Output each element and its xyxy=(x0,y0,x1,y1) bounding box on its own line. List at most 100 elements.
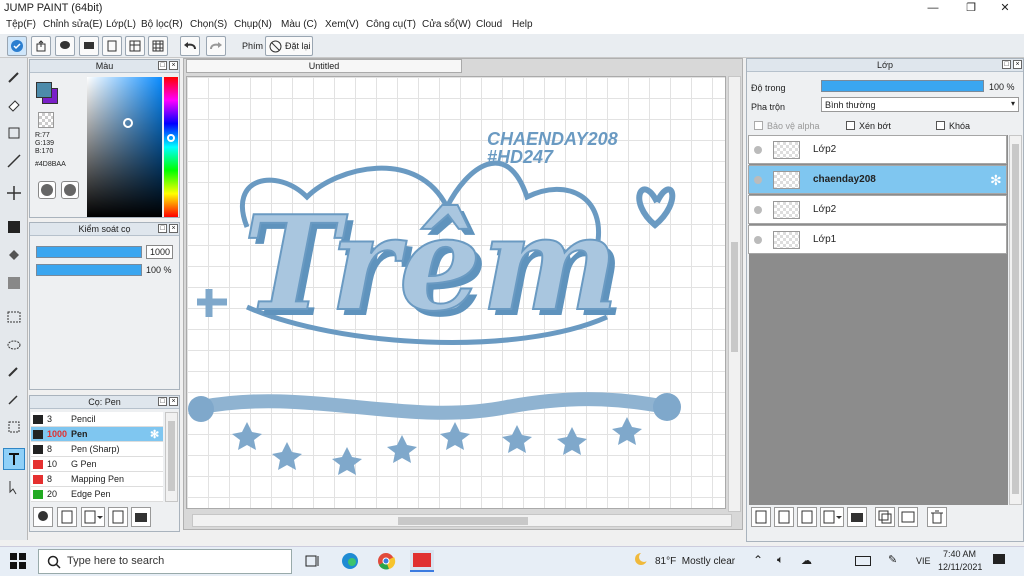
grid-icon[interactable] xyxy=(148,36,168,56)
menu-tools[interactable]: Công cụ(T) xyxy=(366,19,416,30)
brush-item[interactable]: 3 Pencil xyxy=(31,412,163,427)
close-icon[interactable]: × xyxy=(169,397,178,406)
page-icon[interactable] xyxy=(102,36,122,56)
brush-new-icon[interactable] xyxy=(57,507,77,527)
brush-size-input[interactable]: 1000 xyxy=(146,245,173,259)
move-tool-icon[interactable] xyxy=(3,182,25,204)
pen-workspace-icon[interactable]: ✎ xyxy=(888,553,897,566)
close-button[interactable]: ✕ xyxy=(982,0,1024,17)
layer-row[interactable]: Lớp2 xyxy=(748,135,1007,164)
float-icon[interactable]: □ xyxy=(158,397,167,406)
visibility-icon[interactable] xyxy=(754,236,762,244)
palette-settings-icon[interactable] xyxy=(61,181,79,199)
protect-alpha-checkbox[interactable] xyxy=(754,121,763,130)
new-tone-layer-icon[interactable] xyxy=(797,507,817,527)
lock-checkbox[interactable] xyxy=(936,121,945,130)
clock-time[interactable]: 7:40 AM xyxy=(943,549,976,559)
menu-help[interactable]: Help xyxy=(512,19,533,30)
line-tool-icon[interactable] xyxy=(3,150,25,172)
gear-icon[interactable]: ✻ xyxy=(150,428,159,441)
close-icon[interactable]: × xyxy=(1013,60,1022,69)
hue-slider[interactable] xyxy=(164,77,178,217)
float-icon[interactable]: □ xyxy=(158,224,167,233)
transparent-swatch[interactable] xyxy=(38,112,54,128)
float-icon[interactable]: □ xyxy=(1002,60,1011,69)
brush-copy-icon[interactable] xyxy=(108,507,128,527)
text-tool-icon[interactable] xyxy=(3,448,25,470)
layer-list-scrollbar[interactable] xyxy=(1009,135,1022,505)
brush-size-slider[interactable] xyxy=(36,246,142,258)
brush-list-scrollbar[interactable] xyxy=(165,412,178,502)
close-icon[interactable]: × xyxy=(169,224,178,233)
eraser-select-icon[interactable] xyxy=(3,416,25,438)
chrome-browser-icon[interactable] xyxy=(376,551,396,571)
brush-add-icon[interactable] xyxy=(33,507,53,527)
windows-start-icon[interactable] xyxy=(10,553,26,569)
edge-browser-icon[interactable] xyxy=(340,551,360,571)
new-layer-icon[interactable] xyxy=(751,507,771,527)
undo-icon[interactable] xyxy=(180,36,200,56)
redo-icon[interactable] xyxy=(206,36,226,56)
fill-rect-tool-icon[interactable] xyxy=(3,216,25,238)
check-icon[interactable] xyxy=(7,36,27,56)
layer-opacity-slider[interactable] xyxy=(821,80,984,92)
menu-capture[interactable]: Chụp(N) xyxy=(234,19,272,30)
clock-date[interactable]: 12/11/2021 xyxy=(938,562,982,572)
new-raster-layer-icon[interactable] xyxy=(774,507,794,527)
brush-item[interactable]: 20 Edge Pen xyxy=(31,487,163,502)
taskbar-search[interactable]: Type here to search xyxy=(38,549,292,574)
brush-item[interactable]: 8 Mapping Pen xyxy=(31,472,163,487)
lasso-icon[interactable] xyxy=(3,334,25,356)
select-rect-icon[interactable] xyxy=(3,306,25,328)
layer-row[interactable]: Lớp1 xyxy=(748,225,1007,254)
visibility-icon[interactable] xyxy=(754,206,762,214)
menu-color[interactable]: Màu (C) xyxy=(281,19,317,30)
export-icon[interactable] xyxy=(31,36,51,56)
menu-layer[interactable]: Lớp(L) xyxy=(106,19,136,30)
brush-item[interactable]: 1000 Pen ✻ xyxy=(31,427,163,442)
pages-icon[interactable] xyxy=(125,36,145,56)
folder-icon[interactable] xyxy=(847,507,867,527)
speech-bubble-icon[interactable] xyxy=(55,36,75,56)
cloud-icon[interactable]: ☁︎ xyxy=(801,554,812,567)
menu-view[interactable]: Xem(V) xyxy=(325,19,359,30)
layer-row[interactable]: chaenday208 ✻ xyxy=(748,165,1007,194)
saturation-value-picker[interactable] xyxy=(87,77,162,217)
brush-item[interactable]: 10 G Pen xyxy=(31,457,163,472)
duplicate-layer-icon[interactable] xyxy=(875,507,895,527)
eraser-tool-icon[interactable] xyxy=(3,94,25,116)
menu-file[interactable]: Tệp(F) xyxy=(6,19,36,30)
language-indicator[interactable]: VIE xyxy=(916,556,931,566)
brush-item[interactable]: 8 Pen (Sharp) xyxy=(31,442,163,457)
document-tab[interactable]: Untitled xyxy=(186,59,462,73)
pen-select-icon[interactable] xyxy=(3,388,25,410)
reset-button[interactable]: Đặt lại xyxy=(265,36,313,56)
layer-row[interactable]: Lớp2 xyxy=(748,195,1007,224)
task-view-icon[interactable] xyxy=(305,553,321,569)
magic-wand-icon[interactable] xyxy=(3,360,25,382)
bucket-tool-icon[interactable] xyxy=(3,244,25,266)
notification-icon[interactable] xyxy=(992,553,1006,567)
brush-opacity-slider[interactable] xyxy=(36,264,142,276)
float-icon[interactable]: □ xyxy=(158,61,167,70)
menu-select[interactable]: Chọn(S) xyxy=(190,19,227,30)
merge-layer-icon[interactable] xyxy=(898,507,918,527)
jump-paint-taskbar-icon[interactable] xyxy=(410,550,434,572)
trash-icon[interactable] xyxy=(927,507,947,527)
blend-mode-select[interactable]: Bình thường ▾ xyxy=(821,97,1019,112)
close-icon[interactable]: × xyxy=(169,61,178,70)
menu-filter[interactable]: Bộ lọc(R) xyxy=(141,19,183,30)
speaker-icon[interactable]: 🔈︎ xyxy=(777,554,784,567)
drawing-canvas[interactable]: CHAENDAY208 #HD247 Trêm Trêm xyxy=(186,76,726,509)
clip-checkbox[interactable] xyxy=(846,121,855,130)
rectangle-tool-icon[interactable] xyxy=(3,122,25,144)
keyboard-icon[interactable] xyxy=(855,556,871,566)
operation-tool-icon[interactable] xyxy=(3,476,25,498)
gradient-tool-icon[interactable] xyxy=(3,272,25,294)
foreground-color-swatch[interactable] xyxy=(36,82,52,98)
visibility-icon[interactable] xyxy=(754,176,762,184)
weather-text[interactable]: 81°F Mostly clear xyxy=(655,556,735,567)
comment-icon[interactable] xyxy=(79,36,99,56)
visibility-icon[interactable] xyxy=(754,146,762,154)
palette-icon[interactable] xyxy=(38,181,56,199)
